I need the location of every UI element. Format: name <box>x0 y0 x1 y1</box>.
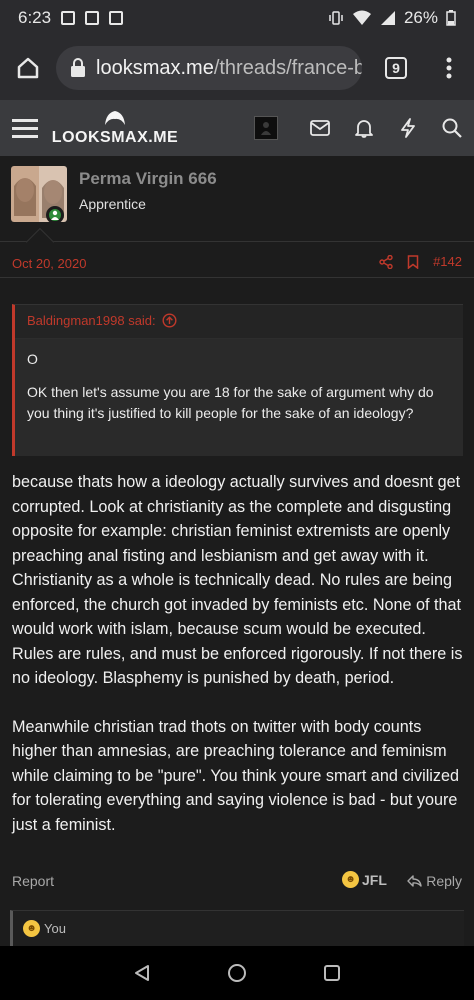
bolt-icon <box>401 118 415 138</box>
reactions-summary[interactable]: ☻ You <box>10 910 464 946</box>
user-status-icon <box>51 210 59 220</box>
reply-button[interactable]: Reply <box>407 873 462 889</box>
laughing-emoji-icon: ☻ <box>342 871 359 888</box>
quote-line-2: OK then let's assume you are 18 for the … <box>27 384 434 421</box>
vibrate-icon <box>329 11 343 25</box>
arrow-up-circle-icon[interactable] <box>162 313 177 328</box>
quote-line-1: O <box>27 351 38 367</box>
hamburger-icon <box>12 119 38 138</box>
quote-author: Baldingman1998 said: <box>27 313 156 328</box>
tabs-button[interactable]: 9 <box>368 36 424 100</box>
report-link[interactable]: Report <box>12 873 54 889</box>
home-circle-icon[interactable] <box>227 963 247 983</box>
post: Perma Virgin 666 Apprentice Oct 20, 2020… <box>0 156 474 946</box>
signal-icon <box>380 11 395 25</box>
post-date-link[interactable]: Oct 20, 2020 <box>12 256 86 271</box>
hair-logo-icon <box>105 111 125 125</box>
back-icon[interactable] <box>133 964 151 982</box>
battery-icon <box>446 10 456 26</box>
url-domain: looksmax.me <box>96 56 214 79</box>
home-button[interactable] <box>0 36 56 100</box>
reply-icon <box>407 875 422 887</box>
account-avatar[interactable] <box>254 116 278 140</box>
battery-percent: 26% <box>403 8 438 27</box>
lock-icon <box>71 58 85 77</box>
clock: 6:23 <box>18 8 52 27</box>
laughing-emoji-icon: ☻ <box>23 920 40 937</box>
inbox-button[interactable] <box>298 100 342 156</box>
whats-new-button[interactable] <box>386 100 430 156</box>
post-number-link[interactable]: #142 <box>433 254 462 269</box>
site-logo[interactable]: LOOKSMAX.ME <box>50 100 180 156</box>
share-icon[interactable] <box>379 254 393 269</box>
tab-count: 9 <box>385 57 407 79</box>
sim-notification-icon <box>85 11 100 25</box>
user-title: Apprentice <box>79 196 146 212</box>
post-paragraph-2: Meanwhile christian trad thots on twitte… <box>12 717 459 834</box>
quote-header[interactable]: Baldingman1998 said: <box>15 305 463 339</box>
bookmark-icon[interactable] <box>407 254 419 269</box>
post-actions: Report ☻ JFL Reply <box>0 868 474 898</box>
search-icon <box>442 118 462 138</box>
mail-notification-icon <box>61 11 76 25</box>
wifi-icon <box>352 10 371 25</box>
android-nav-bar <box>0 946 474 1000</box>
more-vert-icon <box>446 57 452 79</box>
reactions-by: You <box>44 921 66 936</box>
quote-content: O OK then let's assume you are 18 for th… <box>15 339 463 456</box>
post-paragraph-1: because thats how a ideology actually su… <box>12 473 463 687</box>
post-author-block: Perma Virgin 666 Apprentice <box>0 156 474 257</box>
post-body: because thats how a ideology actually su… <box>12 470 464 861</box>
nav-menu-button[interactable] <box>0 100 50 156</box>
url-path: /threads/france-b <box>213 56 362 79</box>
mail-icon <box>310 120 330 136</box>
dark-figure-icon <box>261 122 271 135</box>
sim-notification-icon-2 <box>109 11 124 25</box>
site-header: LOOKSMAX.ME <box>0 100 474 156</box>
browser-toolbar: looksmax.me/threads/france-b 9 <box>0 36 474 100</box>
post-meta-bar: Oct 20, 2020 #142 <box>0 250 474 278</box>
search-button[interactable] <box>430 100 474 156</box>
home-icon <box>17 57 39 79</box>
status-bar: 6:23 26% <box>0 0 474 36</box>
online-status-badge <box>46 206 64 224</box>
address-bar[interactable]: looksmax.me/threads/france-b <box>56 46 362 90</box>
quote-block: Baldingman1998 said: O OK then let's ass… <box>12 304 463 456</box>
recents-icon[interactable] <box>323 964 341 982</box>
bell-icon <box>355 120 373 138</box>
reaction-label: JFL <box>362 871 387 888</box>
reaction-button[interactable]: ☻ JFL <box>342 871 387 888</box>
alerts-button[interactable] <box>342 100 386 156</box>
reply-label: Reply <box>426 873 462 889</box>
username-link[interactable]: Perma Virgin 666 <box>79 169 217 189</box>
browser-menu-button[interactable] <box>424 36 474 100</box>
